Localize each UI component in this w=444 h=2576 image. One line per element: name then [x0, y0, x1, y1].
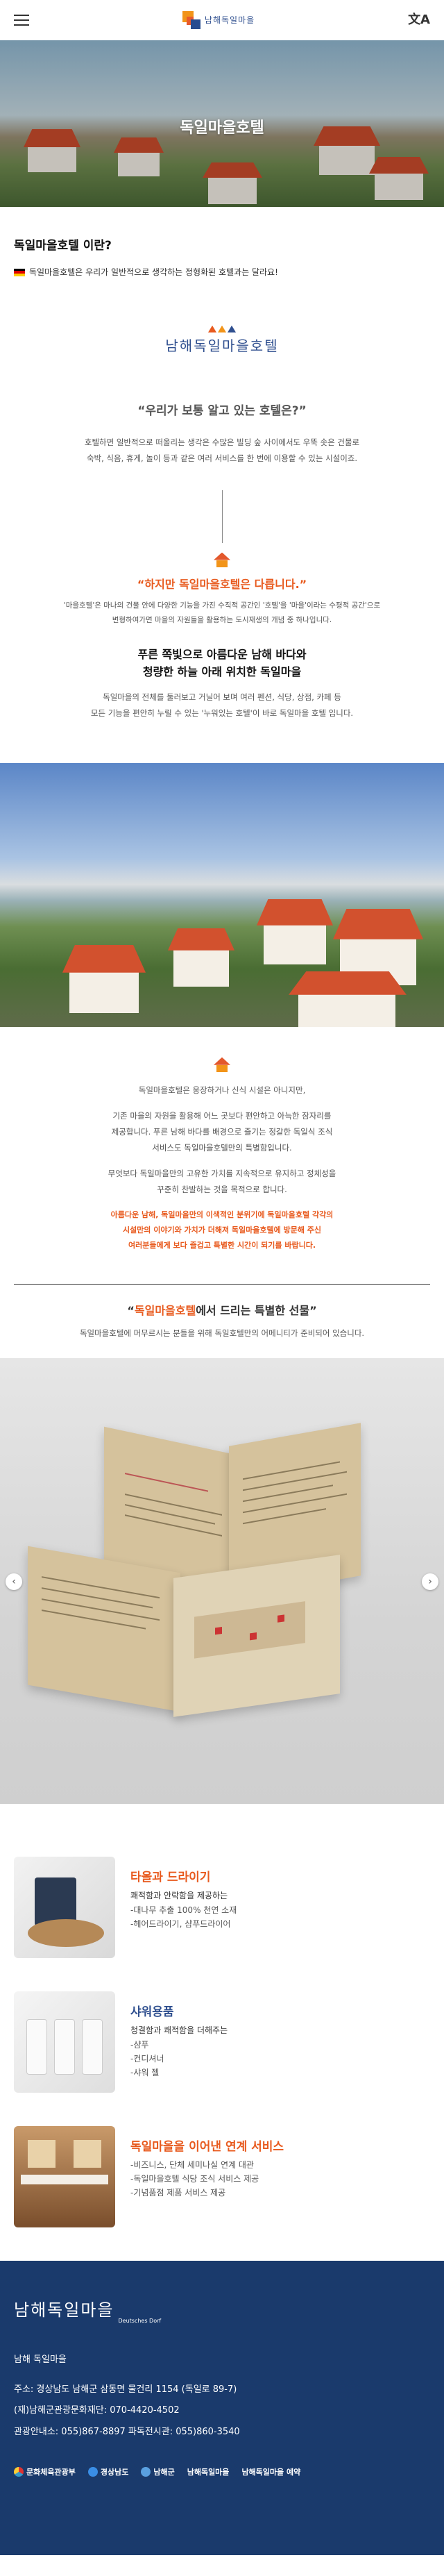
highlight-line: 시설만의 이야기와 가치가 더해져 독일마을호텔에 방문해 주신 — [122, 1225, 322, 1235]
brochure-panel — [28, 1546, 180, 1712]
intro-subtitle: 독일마을호텔은 우리가 일반적으로 생각하는 정형화된 호텔과는 달라요! — [14, 265, 430, 280]
carousel-prev-icon[interactable]: ‹ — [6, 1573, 22, 1590]
gift-detail: -컨디셔너 — [130, 2053, 164, 2064]
partner-name: 남해독일마을 — [187, 2467, 230, 2477]
gift-detail: -비즈니스, 단체 세미나실 연계 대관 — [130, 2159, 254, 2170]
gift-detail: -헤어드라이기, 샴푸드라이어 — [130, 1918, 231, 1929]
intro-subtitle-text: 독일마을호텔은 우리가 일반적으로 생각하는 정형화된 호텔과는 달라요! — [29, 267, 278, 277]
quote2-line: 변형하여가면 마을의 자원들을 활용하는 도시재생의 개념 중 하나입니다. — [112, 615, 332, 624]
quote2-text: '마을호텔'은 마나의 건물 안에 다양한 기능을 가진 수직적 공간인 '호텔… — [21, 599, 423, 628]
gift-section-note: 독일마을호텔에 머무르시는 분들을 위해 독일호텔만의 어메니티가 준비되어 있… — [79, 1328, 365, 1338]
section-desc: 독일마을의 전체를 둘러보고 거닐어 보며 여러 펜션, 식당, 상점, 카페 … — [21, 689, 423, 721]
hero-banner: 독일마을호텔 — [0, 40, 444, 207]
translate-icon[interactable]: 文A — [408, 9, 430, 31]
brochure-carousel[interactable]: ‹ › — [0, 1357, 444, 1804]
gift-section-title: “독일마을호텔에서 드리는 특별한 선물” — [0, 1301, 444, 1321]
partner-name: 경상남도 — [100, 2467, 129, 2477]
section-title-line: 청량한 하늘 아래 위치한 독일마을 — [142, 665, 302, 679]
gift-title: 독일마을을 이어낸 연계 서비스 — [130, 2139, 284, 2154]
hero-title: 독일마을호텔 — [180, 119, 264, 137]
quote2-line: '마을호텔'은 마나의 건물 안에 다양한 기능을 가진 수직적 공간인 '호텔… — [63, 601, 381, 610]
quote1-heading: “우리가 보통 알고 있는 호텔은?” — [137, 403, 307, 418]
footer-logo-sub: Deutsches Dorf — [118, 2318, 162, 2325]
desc-highlight: 아름다운 남해, 독일마을만의 이색적인 분위기에 독일마을호텔 각각의 시설만… — [28, 1207, 416, 1253]
dining-room-image — [14, 2125, 115, 2227]
footer-logo: 남해독일마을 Deutsches Dorf — [14, 2295, 430, 2325]
partner-logos: 문화체육관광부 경상남도 남해군 남해독일마을 남해독일마을 예약 — [14, 2466, 430, 2479]
gift-item-towel: 타올과 드라이기 쾌적함과 안락함을 제공하는 -대나무 추출 100% 천연 … — [0, 1856, 444, 1958]
section-desc-line: 독일마을의 전체를 둘러보고 거닐어 보며 여러 펜션, 식당, 상점, 카페 … — [103, 692, 341, 702]
german-flag-icon — [14, 268, 25, 276]
logo-icon — [182, 11, 200, 29]
site-logo[interactable]: 남해독일마을 — [182, 11, 255, 29]
footer-address: 주소: 경상남도 남해군 삼동면 물건리 1154 (독일로 89-7) — [14, 2384, 237, 2395]
divider-line — [221, 490, 223, 543]
partner-logo[interactable]: 문화체육관광부 — [14, 2466, 76, 2479]
gift-title: 샤워용품 — [130, 2005, 174, 2019]
gift-detail: -기념품점 제품 서비스 제공 — [130, 2188, 226, 2198]
gift-detail: -샤워 젤 — [130, 2068, 160, 2078]
gift-detail: -대나무 추출 100% 천연 소재 — [130, 1905, 237, 1915]
gift-lead: 청결함과 쾌적함을 더해주는 — [130, 2025, 228, 2035]
gift-detail: -샴푸 — [130, 2039, 149, 2050]
partner-logo[interactable]: 남해독일마을 예약 — [241, 2466, 300, 2479]
gift-title: 타올과 드라이기 — [130, 1870, 211, 1884]
logo-text: 남해독일마을 — [204, 15, 255, 25]
gift-item-shower: 샤워용품 청결함과 쾌적함을 더해주는 -샴푸 -컨디셔너 -샤워 젤 — [0, 1991, 444, 2093]
brochure-map-panel — [173, 1554, 340, 1717]
quote1-line: 숙박, 식음, 휴게, 놀이 등과 같은 여러 서비스를 한 번에 이용할 수 … — [86, 453, 358, 463]
gift-title-open: “ — [127, 1303, 135, 1317]
desc-line: 서비스도 독일마을호텔만의 특별함입니다. — [152, 1142, 292, 1153]
gift-title-orange: 독일마을호텔 — [134, 1303, 196, 1317]
gift-title-rest: 에서 드리는 특별한 선물 — [196, 1303, 310, 1317]
house-icon — [212, 1057, 232, 1073]
hotel-brand-logo: 남해독일마을호텔 — [0, 325, 444, 358]
gift-title-close: ” — [309, 1303, 317, 1317]
site-footer: 남해독일마을 Deutsches Dorf 남해 독일마을 주소: 경상남도 남… — [0, 2260, 444, 2555]
section-divider — [14, 1283, 430, 1285]
quote1-text: 호텔하면 일반적으로 떠올리는 생각은 수많은 빌딩 숲 사이에서도 우뚝 솟은… — [21, 435, 423, 467]
partner-logo[interactable]: 남해독일마을 — [187, 2466, 230, 2479]
footer-logo-text: 남해독일마을 — [14, 2300, 114, 2320]
towel-image — [14, 1856, 115, 1958]
section-title-line: 푸른 쪽빛으로 아름다운 남해 바다와 — [137, 647, 307, 661]
highlight-line: 여러분들에게 보다 즐겁고 특별한 시간이 되기를 바랍니다. — [128, 1240, 316, 1250]
carousel-next-icon[interactable]: › — [422, 1573, 438, 1590]
desc-p1: 독일마을호텔은 웅장하거나 신식 시설은 아니지만, — [138, 1085, 306, 1095]
intro-title: 독일마을호텔 이란? — [14, 239, 112, 253]
desc-p2: 기존 마을의 자원을 활용해 어느 곳보다 편안하고 아늑한 잠자리를 제공합니… — [28, 1108, 416, 1156]
highlight-line: 아름다운 남해, 독일마을만의 이색적인 분위기에 독일마을호텔 각각의 — [110, 1210, 334, 1219]
shower-image — [14, 1991, 115, 2093]
partner-name: 남해독일마을 예약 — [241, 2467, 301, 2477]
partner-logo[interactable]: 남해군 — [141, 2466, 175, 2479]
gift-lead: 쾌적함과 안락함을 제공하는 — [130, 1890, 228, 1900]
quote1-line: 호텔하면 일반적으로 떠올리는 생각은 수많은 빌딩 숲 사이에서도 우뚝 솟은… — [84, 437, 360, 447]
roofs-icon — [0, 325, 444, 334]
footer-phone: (재)남해군관광문화재단: 070-4420-4502 — [14, 2405, 180, 2416]
gift-item-service: 독일마을을 이어낸 연계 서비스 -비즈니스, 단체 세미나실 연계 대관 -독… — [0, 2125, 444, 2227]
desc-line: 기존 마을의 자원을 활용해 어느 곳보다 편안하고 아늑한 잠자리를 — [112, 1110, 332, 1121]
desc-line: 제공합니다. 푸른 남해 바다를 배경으로 즐기는 정갈한 독일식 조식 — [111, 1126, 333, 1137]
desc-p3: 무엇보다 독일마을만의 고유한 가치를 지속적으로 유지하고 정체성을 꾸준히 … — [28, 1166, 416, 1198]
description-section: 독일마을호텔은 웅장하거나 신식 시설은 아니지만, 기존 마을의 자원을 활용… — [0, 1027, 444, 1253]
menu-icon[interactable] — [14, 15, 29, 26]
section-title: 푸른 쪽빛으로 아름다운 남해 바다와 청량한 하늘 아래 위치한 독일마을 — [21, 646, 423, 681]
site-header: 남해독일마을 文A — [0, 0, 444, 40]
intro-section: 독일마을호텔 이란? 독일마을호텔은 우리가 일반적으로 생각하는 정형화된 호… — [0, 207, 444, 280]
partner-logo[interactable]: 경상남도 — [87, 2466, 129, 2479]
partner-name: 문화체육관광부 — [26, 2467, 76, 2477]
village-photo — [0, 762, 444, 1027]
quote-section: “우리가 보통 알고 있는 호텔은?” 호텔하면 일반적으로 떠올리는 생각은 … — [0, 401, 444, 721]
section-desc-line: 모든 기능을 편안히 누릴 수 있는 '누워있는 호텔'이 바로 독일마을 호텔… — [90, 708, 354, 718]
house-icon — [212, 552, 232, 568]
desc-line: 꾸준히 찬발하는 것을 목적으로 합니다. — [157, 1184, 287, 1194]
desc-line: 무엇보다 독일마을만의 고유한 가치를 지속적으로 유지하고 정체성을 — [108, 1168, 336, 1178]
hotel-brand-name: 남해독일마을호텔 — [165, 337, 279, 354]
partner-name: 남해군 — [153, 2467, 175, 2477]
quote2-heading: “하지만 독일마을호텔은 다릅니다.” — [137, 577, 307, 591]
gift-detail: -독일마을호텔 식당 조식 서비스 제공 — [130, 2173, 259, 2184]
gifts-list: 타올과 드라이기 쾌적함과 안락함을 제공하는 -대나무 추출 100% 천연 … — [0, 1804, 444, 2261]
footer-name: 남해 독일마을 — [14, 2354, 67, 2365]
footer-contact: 관광안내소: 055)867-8897 파독전시관: 055)860-3540 — [14, 2427, 240, 2438]
